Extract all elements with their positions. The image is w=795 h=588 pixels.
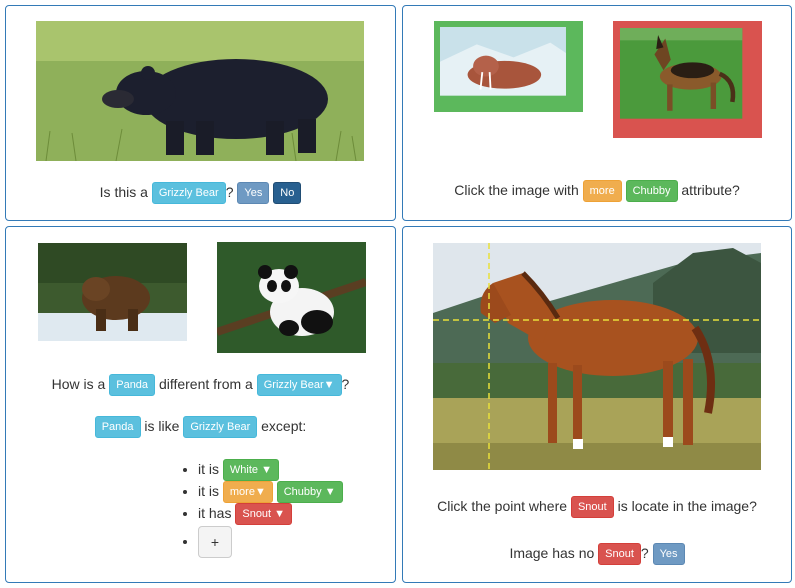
prompt-suffix: attribute? — [681, 182, 740, 198]
prompt-prefix: Click the image with — [454, 182, 579, 198]
no-part-prefix: Image has no — [509, 545, 595, 561]
no-part-question: Image has no Snout? Yes — [403, 543, 791, 566]
difference-question: How is a Panda different from a Grizzly … — [6, 374, 395, 397]
q-prefix: How is a — [51, 376, 106, 392]
attr-prefix: it is — [198, 461, 219, 477]
list-item: it is White ▼ — [198, 458, 343, 482]
q-middle: different from a — [158, 376, 253, 392]
panel-locate-part: Click the point where Snout is locate in… — [402, 226, 792, 583]
attr-modifier-dropdown[interactable]: more▼ — [222, 481, 273, 504]
more-tag[interactable]: more — [582, 180, 622, 203]
like-panda-tag[interactable]: Panda — [94, 416, 141, 439]
no-part-tag[interactable]: Snout — [598, 543, 641, 566]
attribute-prompt: Click the image with more Chubby attribu… — [403, 180, 791, 203]
locate-prompt: Click the point where Snout is locate in… — [403, 496, 791, 519]
no-button[interactable]: No — [273, 182, 302, 205]
panda-photo — [217, 242, 366, 353]
list-item: it is more▼ Chubby ▼ — [198, 480, 343, 504]
attribute-tag[interactable]: Chubby — [625, 180, 678, 203]
attr-prefix: it has — [198, 505, 232, 521]
attr-value-dropdown[interactable]: White ▼ — [222, 459, 279, 482]
yes-button[interactable]: Yes — [237, 182, 270, 205]
horse-photo[interactable] — [433, 243, 761, 470]
list-item: + — [198, 526, 343, 560]
prompt-prefix: Click the point where — [437, 498, 568, 514]
verify-question: Is this a Grizzly Bear? Yes No — [6, 182, 395, 205]
attr-value-dropdown[interactable]: Snout ▼ — [235, 503, 293, 526]
like-middle: is like — [144, 418, 180, 434]
german-shepherd-photo[interactable] — [613, 21, 762, 138]
no-part-q: ? — [640, 545, 649, 561]
panel-attribute-compare: Click the image with more Chubby attribu… — [402, 5, 792, 221]
question-prefix: Is this a — [99, 184, 148, 200]
yes-button[interactable]: Yes — [652, 543, 685, 566]
prompt-suffix: is locate in the image? — [617, 498, 757, 514]
walrus-photo[interactable] — [434, 21, 583, 112]
black-bear-photo — [36, 21, 364, 161]
question-suffix: ? — [225, 184, 234, 200]
list-item: it has Snout ▼ — [198, 502, 343, 526]
class-dropdown[interactable]: Grizzly Bear▼ — [256, 374, 342, 397]
class-tag[interactable]: Grizzly Bear — [151, 182, 226, 205]
attr-prefix: it is — [198, 483, 219, 499]
grizzly-bear-photo — [38, 243, 187, 341]
like-statement: Panda is like Grizzly Bear except: — [6, 416, 395, 439]
q-suffix: ? — [341, 376, 350, 392]
panel-difference: How is a Panda different from a Grizzly … — [5, 226, 396, 583]
part-tag[interactable]: Snout — [570, 496, 614, 519]
panel-verify-class: Is this a Grizzly Bear? Yes No — [5, 5, 396, 221]
like-suffix: except: — [261, 418, 307, 434]
attr-value-dropdown[interactable]: Chubby ▼ — [276, 481, 343, 504]
panda-tag[interactable]: Panda — [109, 374, 156, 397]
like-class-tag[interactable]: Grizzly Bear — [183, 416, 258, 439]
attribute-list: it is White ▼ it is more▼ Chubby ▼ it ha… — [178, 458, 343, 560]
add-attribute-button[interactable]: + — [198, 526, 232, 558]
